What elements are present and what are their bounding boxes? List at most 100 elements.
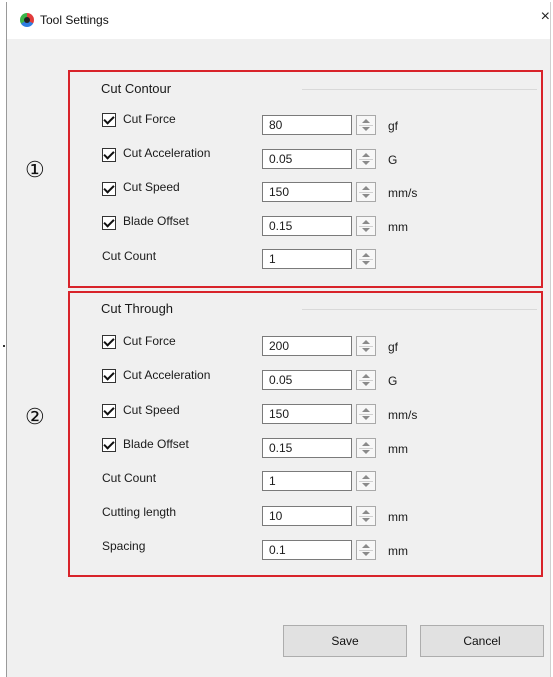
- spacing-field[interactable]: [262, 540, 359, 560]
- cut-acceleration-stepper[interactable]: [356, 149, 376, 169]
- cutting-length-unit: mm: [388, 510, 408, 524]
- spin-down-icon[interactable]: [362, 194, 370, 198]
- blade-offset-unit: mm: [388, 220, 408, 234]
- spin-down-icon[interactable]: [362, 518, 370, 522]
- cutting-length-input[interactable]: [263, 507, 359, 525]
- cutting-length-label: Cutting length: [102, 505, 177, 519]
- cut-count-field[interactable]: [262, 249, 359, 269]
- spin-up-icon[interactable]: [362, 340, 370, 344]
- blade-offset-stepper[interactable]: [356, 216, 376, 236]
- spacing-stepper[interactable]: [356, 540, 376, 560]
- cut-count-input[interactable]: [263, 250, 359, 268]
- spin-up-icon[interactable]: [362, 374, 370, 378]
- cut-speed-unit: mm/s: [388, 408, 418, 422]
- cut-acceleration-input[interactable]: [263, 371, 359, 389]
- cut-speed-label: Cut Speed: [123, 403, 180, 417]
- cut-force-stepper[interactable]: [356, 115, 376, 135]
- cancel-button[interactable]: Cancel: [420, 625, 544, 657]
- title-bar: Tool Settings ×: [7, 2, 550, 39]
- cut-acceleration-stepper[interactable]: [356, 370, 376, 390]
- spacing-unit: mm: [388, 544, 408, 558]
- cut-acceleration-unit: G: [388, 374, 398, 388]
- spin-down-icon[interactable]: [362, 348, 370, 352]
- blade-offset-input[interactable]: [263, 439, 359, 457]
- cutting-length-stepper[interactable]: [356, 506, 376, 526]
- spin-up-icon[interactable]: [362, 475, 370, 479]
- spin-up-icon[interactable]: [362, 220, 370, 224]
- spin-down-icon[interactable]: [362, 552, 370, 556]
- blade-offset-stepper[interactable]: [356, 438, 376, 458]
- spin-down-icon[interactable]: [362, 483, 370, 487]
- cut-acceleration-checkbox[interactable]: [102, 369, 116, 383]
- blade-offset-input[interactable]: [263, 217, 359, 235]
- cut-force-unit: gf: [388, 119, 399, 133]
- cut-speed-input[interactable]: [263, 405, 359, 423]
- blade-offset-field[interactable]: [262, 216, 359, 236]
- cut-force-field[interactable]: [262, 115, 359, 135]
- cutting-length-field[interactable]: [262, 506, 359, 526]
- cut-speed-checkbox[interactable]: [102, 182, 116, 196]
- cut-acceleration-label: Cut Acceleration: [123, 146, 211, 160]
- cut-count-stepper[interactable]: [356, 471, 376, 491]
- stray-dot: [3, 345, 5, 347]
- cut-acceleration-input[interactable]: [263, 150, 359, 168]
- blade-offset-checkbox[interactable]: [102, 216, 116, 230]
- spin-up-icon[interactable]: [362, 510, 370, 514]
- cut-force-input[interactable]: [263, 337, 359, 355]
- cut-contour-title: Cut Contour: [101, 81, 172, 96]
- cut-count-input[interactable]: [263, 472, 359, 490]
- section-marker-2: ②: [25, 404, 45, 429]
- cut-speed-field[interactable]: [262, 182, 359, 202]
- cut-acceleration-unit: G: [388, 153, 398, 167]
- cut-speed-checkbox[interactable]: [102, 404, 116, 418]
- cut-acceleration-field[interactable]: [262, 370, 359, 390]
- cut-count-field[interactable]: [262, 471, 359, 491]
- spin-up-icon[interactable]: [362, 153, 370, 157]
- group-divider: [302, 309, 537, 310]
- cut-speed-input[interactable]: [263, 183, 359, 201]
- cut-speed-label: Cut Speed: [123, 180, 180, 194]
- app-icon: [20, 13, 34, 27]
- cut-force-stepper[interactable]: [356, 336, 376, 356]
- blade-offset-checkbox[interactable]: [102, 438, 116, 452]
- cut-force-checkbox[interactable]: [102, 113, 116, 127]
- save-button[interactable]: Save: [283, 625, 407, 657]
- cut-speed-field[interactable]: [262, 404, 359, 424]
- spacing-input[interactable]: [263, 541, 359, 559]
- cut-speed-unit: mm/s: [388, 186, 418, 200]
- spin-down-icon[interactable]: [362, 261, 370, 265]
- spin-up-icon[interactable]: [362, 186, 370, 190]
- cut-count-stepper[interactable]: [356, 249, 376, 269]
- cut-acceleration-label: Cut Acceleration: [123, 368, 211, 382]
- cut-force-label: Cut Force: [123, 334, 176, 348]
- spin-up-icon[interactable]: [362, 442, 370, 446]
- spin-down-icon[interactable]: [362, 161, 370, 165]
- spin-down-icon[interactable]: [362, 127, 370, 131]
- spin-up-icon[interactable]: [362, 408, 370, 412]
- window-title: Tool Settings: [40, 13, 109, 27]
- cut-force-field[interactable]: [262, 336, 359, 356]
- cut-force-input[interactable]: [263, 116, 359, 134]
- spin-down-icon[interactable]: [362, 382, 370, 386]
- spin-up-icon[interactable]: [362, 544, 370, 548]
- spin-down-icon[interactable]: [362, 228, 370, 232]
- spin-down-icon[interactable]: [362, 416, 370, 420]
- spin-up-icon[interactable]: [362, 119, 370, 123]
- cut-force-checkbox[interactable]: [102, 335, 116, 349]
- cut-acceleration-checkbox[interactable]: [102, 148, 116, 162]
- cut-force-unit: gf: [388, 340, 399, 354]
- close-icon[interactable]: ×: [541, 8, 550, 26]
- cut-acceleration-field[interactable]: [262, 149, 359, 169]
- section-marker-1: ①: [25, 157, 45, 182]
- spin-up-icon[interactable]: [362, 253, 370, 257]
- cut-speed-stepper[interactable]: [356, 404, 376, 424]
- tool-settings-window: Tool Settings × ① ② Cut Contour Cut Forc…: [6, 2, 551, 677]
- spin-down-icon[interactable]: [362, 450, 370, 454]
- blade-offset-unit: mm: [388, 442, 408, 456]
- cut-through-group: Cut Through Cut Force gf Cut Acceleratio…: [68, 291, 543, 577]
- cut-force-label: Cut Force: [123, 112, 176, 126]
- blade-offset-label: Blade Offset: [123, 437, 189, 451]
- cut-count-label: Cut Count: [102, 471, 157, 485]
- cut-speed-stepper[interactable]: [356, 182, 376, 202]
- blade-offset-field[interactable]: [262, 438, 359, 458]
